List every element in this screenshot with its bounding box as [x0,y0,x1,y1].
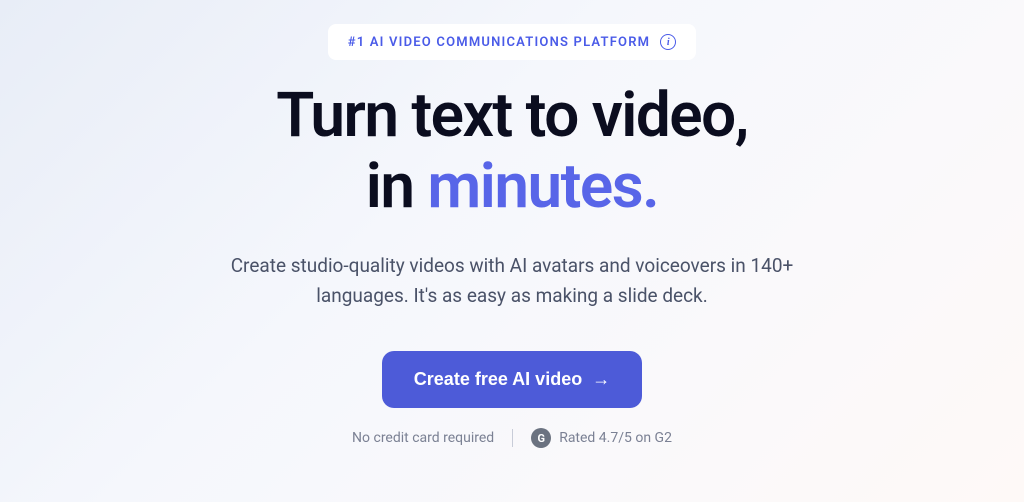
info-icon[interactable]: i [660,34,676,50]
footer-info: No credit card required G Rated 4.7/5 on… [352,428,672,448]
divider [512,429,513,447]
page-headline: Turn text to video, in minutes. [276,80,748,223]
no-credit-card-text: No credit card required [352,430,494,446]
headline-line1: Turn text to video, [276,79,748,152]
headline-accent: minutes. [427,150,658,223]
subheadline: Create studio-quality videos with AI ava… [187,251,837,312]
platform-badge[interactable]: #1 AI VIDEO COMMUNICATIONS PLATFORM i [328,24,697,60]
rating-group: G Rated 4.7/5 on G2 [531,428,672,448]
g2-icon: G [531,428,551,448]
rating-text: Rated 4.7/5 on G2 [559,430,672,446]
headline-line2-prefix: in [366,150,428,223]
create-video-button[interactable]: Create free AI video → [382,351,642,408]
badge-text: #1 AI VIDEO COMMUNICATIONS PLATFORM [348,35,651,50]
cta-label: Create free AI video [414,369,582,390]
arrow-right-icon: → [592,369,610,390]
